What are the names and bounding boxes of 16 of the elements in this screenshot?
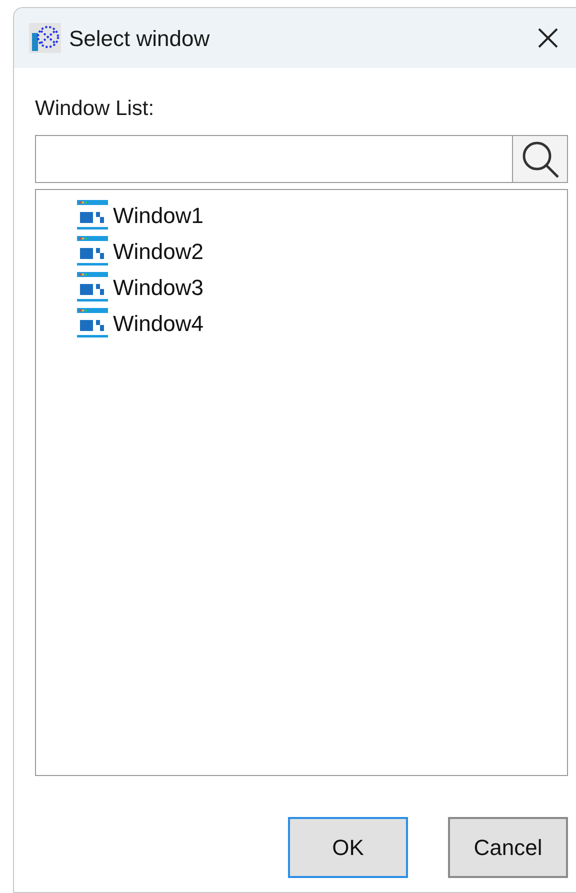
window-title: Select window (69, 24, 210, 52)
window-item[interactable]: Window1 (113, 198, 204, 232)
ok-button[interactable]: OK (288, 817, 408, 878)
window-icon (77, 308, 109, 338)
window-icon (77, 236, 109, 266)
window-icon (77, 272, 109, 302)
cancel-button[interactable]: Cancel (448, 817, 568, 878)
app-icon (29, 23, 61, 53)
window-item[interactable]: Window4 (113, 306, 204, 340)
search-field[interactable] (35, 135, 568, 183)
close-icon (536, 26, 560, 50)
list-label: Window List: (35, 96, 156, 122)
window-icon (77, 200, 109, 230)
window-item[interactable]: Window2 (113, 234, 204, 268)
search-button[interactable] (512, 136, 567, 182)
window-item[interactable]: Window3 (113, 270, 204, 304)
